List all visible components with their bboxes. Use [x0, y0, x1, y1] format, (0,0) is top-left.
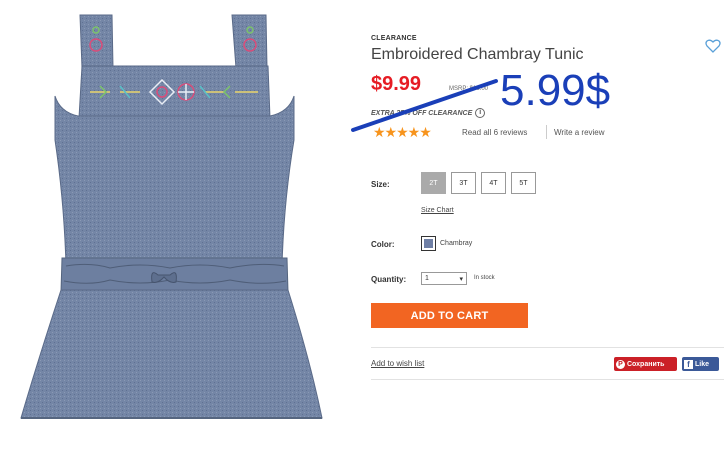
heart-icon[interactable]	[705, 39, 721, 53]
product-title: Embroidered Chambray Tunic	[371, 46, 584, 63]
color-label: Color:	[371, 240, 395, 249]
size-label: Size:	[371, 180, 390, 189]
size-option-4t[interactable]: 4T	[481, 172, 506, 194]
size-option-3t[interactable]: 3T	[451, 172, 476, 194]
facebook-like-label: Like	[695, 360, 710, 368]
pinterest-save-label: Сохранить	[627, 360, 665, 368]
product-image	[20, 14, 323, 419]
rating-stars: ★★★★★	[373, 124, 432, 140]
size-options: 2T 3T 4T 5T	[421, 172, 536, 194]
review-divider	[546, 125, 547, 139]
divider	[371, 379, 724, 380]
chevron-down-icon: ▾	[459, 275, 463, 283]
size-option-5t[interactable]: 5T	[511, 172, 536, 194]
quantity-value: 1	[425, 275, 429, 282]
facebook-icon: f	[684, 359, 693, 369]
size-chart-link[interactable]: Size Chart	[421, 207, 454, 214]
pinterest-save-button[interactable]: P Сохранить	[614, 357, 677, 371]
quantity-label: Quantity:	[371, 275, 407, 284]
read-reviews-link[interactable]: Read all 6 reviews	[462, 128, 527, 137]
color-swatch[interactable]	[421, 236, 436, 251]
add-to-wishlist-link[interactable]: Add to wish list	[371, 359, 424, 368]
divider	[371, 347, 724, 348]
color-swatch-fill	[424, 239, 433, 248]
write-review-link[interactable]: Write a review	[554, 128, 605, 137]
pinterest-icon: P	[616, 359, 625, 369]
quantity-select[interactable]: 1 ▾	[421, 272, 467, 285]
stock-status: In stock	[474, 275, 495, 281]
add-to-cart-button[interactable]: ADD TO CART	[371, 303, 528, 328]
annotated-price: 5.99$	[500, 66, 611, 115]
facebook-like-button[interactable]: f Like	[682, 357, 719, 371]
color-name: Chambray	[440, 240, 473, 247]
size-option-2t[interactable]: 2T	[421, 172, 446, 194]
clearance-badge: CLEARANCE	[371, 35, 417, 42]
